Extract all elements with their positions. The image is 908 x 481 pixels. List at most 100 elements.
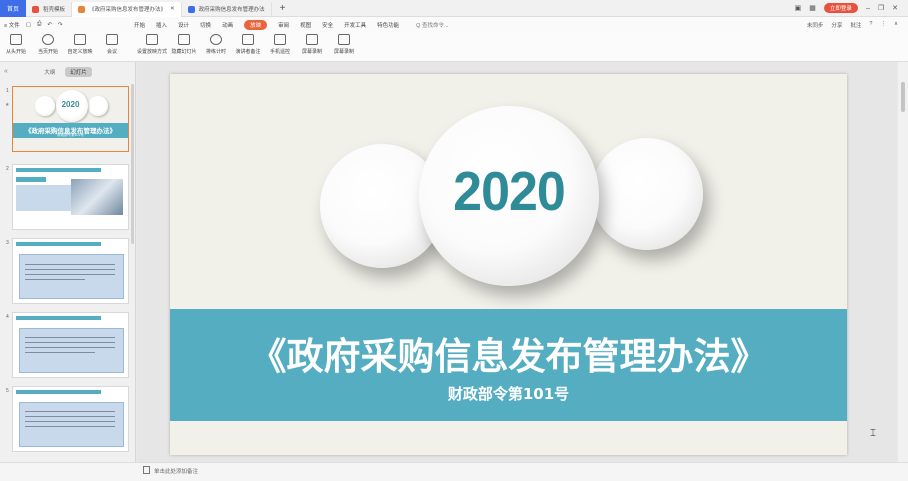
slide-thumbnail-4[interactable] — [12, 312, 129, 378]
notes-bar — [0, 462, 908, 481]
thumb-header-bar — [16, 168, 101, 172]
slide-number: 3 — [6, 240, 9, 246]
docer-icon — [32, 5, 39, 13]
slide-subtitle[interactable]: 财政部令第101号 — [170, 383, 847, 404]
title-tab-bar: 首页 稻壳模板 《政府采购信息发布管理办法》 ✕ 政府采购信息发布管理办法 + … — [0, 0, 908, 17]
menu-security[interactable]: 安全 — [322, 21, 333, 29]
setup-show-icon — [146, 34, 158, 45]
ribbon-label: 设置放映方式 — [136, 49, 167, 55]
current-slide[interactable]: 2020 《政府采购信息发布管理办法》 财政部令第101号 — [170, 74, 847, 455]
slide-title[interactable]: 《政府采购信息发布管理办法》 — [170, 326, 847, 380]
file-menu[interactable]: ≡ 文件 — [4, 21, 20, 29]
tab-other-document[interactable]: 政府采购信息发布管理办法 — [182, 1, 272, 17]
comment-button[interactable]: 批注 — [850, 21, 861, 29]
menu-right-actions: 未同步 分享 批注 ? ⋮ ∧ — [807, 21, 908, 29]
canvas-scrollbar[interactable] — [898, 62, 908, 462]
ribbon-label: 屏幕录制 — [333, 49, 354, 55]
slide-thumbnail-5[interactable] — [12, 386, 129, 452]
ribbon-label: 会议 — [106, 49, 117, 55]
hide-slide-icon — [178, 34, 190, 45]
screen-record-button[interactable]: 屏幕录制 — [296, 34, 328, 55]
mouse-cursor-icon: ⌶ — [870, 428, 876, 439]
panel-scrollbar[interactable] — [131, 84, 134, 244]
thumb-header-bar — [16, 316, 101, 320]
tab-label: 政府采购信息发布管理办法 — [198, 7, 265, 13]
menu-review[interactable]: 审阅 — [278, 21, 289, 29]
scrollbar-thumb[interactable] — [901, 82, 905, 112]
thumb-text-block — [19, 402, 124, 447]
login-button[interactable]: 立即登录 — [823, 3, 858, 13]
thumb-year: 2020 — [61, 100, 80, 109]
setup-show-button[interactable]: 设置放映方式 — [136, 34, 168, 55]
menu-slideshow[interactable]: 放映 — [244, 19, 268, 30]
tab-docer-templates[interactable]: 稻壳模板 — [26, 1, 73, 17]
slide-number: 2 — [6, 166, 9, 172]
thumb-header-bar — [16, 242, 101, 246]
share-button[interactable]: 分享 — [831, 21, 842, 29]
layout-icon[interactable]: ▣ — [795, 4, 802, 12]
menu-items: 开始 插入 设计 切换 动画 放映 审阅 视图 安全 开发工具 特色功能 Q 查… — [134, 19, 449, 30]
menu-home[interactable]: 开始 — [134, 21, 145, 29]
screen-record-button-2[interactable]: 屏幕录制 — [328, 34, 360, 55]
sync-status[interactable]: 未同步 — [807, 21, 824, 29]
slide-number: 4 — [6, 314, 9, 320]
redo-icon[interactable]: ↷ — [58, 22, 63, 28]
ribbon-label: 当页开始 — [37, 49, 58, 55]
play-from-start-button[interactable]: 从头开始 — [0, 34, 32, 55]
new-tab-button[interactable]: + — [272, 3, 294, 14]
panel-tabs: 大纲 幻灯片 — [0, 62, 136, 82]
notes-icon — [242, 34, 254, 45]
notes-placeholder[interactable]: 单击此处添加备注 — [154, 467, 198, 475]
ribbon-label: 屏幕录制 — [301, 49, 322, 55]
slide-thumbnail-3[interactable] — [12, 238, 129, 304]
meeting-button[interactable]: 会议 — [96, 34, 128, 55]
thumb-text-block — [19, 328, 124, 373]
speaker-notes-button[interactable]: 演讲者备注 — [232, 34, 264, 55]
print-icon[interactable]: ⎙ — [37, 21, 41, 28]
rehearse-timing-button[interactable]: 排练计时 — [200, 34, 232, 55]
slideshow-ribbon: 从头开始 当页开始 自定义放映 会议 设置放映方式 隐藏幻灯片 排练计时 演讲者… — [0, 32, 908, 62]
menu-transition[interactable]: 切换 — [200, 21, 211, 29]
tab-current-document[interactable]: 《政府采购信息发布管理办法》 ✕ — [72, 1, 182, 17]
restore-icon[interactable]: ❐ — [878, 4, 884, 12]
ppt-file-icon — [78, 5, 86, 13]
slide-thumbnail-1[interactable]: 2020 《政府采购信息发布管理办法》 财政部令第101号 — [12, 86, 129, 152]
hide-slide-button[interactable]: 隐藏幻灯片 — [168, 34, 200, 55]
play-start-icon — [10, 34, 22, 45]
play-from-current-button[interactable]: 当页开始 — [32, 34, 64, 55]
tab-slides[interactable]: 幻灯片 — [65, 67, 92, 77]
close-window-icon[interactable]: ✕ — [892, 4, 898, 12]
collapse-ribbon-icon[interactable]: ∧ — [894, 21, 898, 29]
meeting-icon — [106, 34, 118, 45]
ribbon-label: 手机遥控 — [269, 49, 290, 55]
more-icon[interactable]: ⋮ — [880, 21, 886, 29]
help-icon[interactable]: ? — [869, 21, 872, 29]
save-icon[interactable]: ▢ — [26, 22, 31, 28]
menu-animation[interactable]: 动画 — [222, 21, 233, 29]
home-tab[interactable]: 首页 — [0, 0, 26, 17]
tab-label: 《政府采购信息发布管理办法》 — [89, 7, 167, 13]
menu-developer[interactable]: 开发工具 — [344, 21, 366, 29]
ribbon-label: 从头开始 — [5, 49, 26, 55]
close-tab-icon[interactable]: ✕ — [170, 6, 175, 12]
grid-icon[interactable]: ▦ — [809, 4, 816, 12]
tab-outline[interactable]: 大纲 — [44, 68, 55, 76]
menu-design[interactable]: 设计 — [178, 21, 189, 29]
menu-view[interactable]: 视图 — [300, 21, 311, 29]
undo-icon[interactable]: ↶ — [47, 22, 52, 28]
command-search[interactable]: Q 查找命令... — [416, 21, 448, 29]
phone-icon — [274, 34, 286, 45]
menu-features[interactable]: 特色功能 — [377, 21, 399, 29]
phone-remote-button[interactable]: 手机遥控 — [264, 34, 296, 55]
ribbon-label: 排练计时 — [205, 49, 226, 55]
minimize-icon[interactable]: – — [866, 5, 870, 12]
menu-insert[interactable]: 插入 — [156, 21, 167, 29]
thumb-subtitle: 财政部令第101号 — [57, 133, 84, 137]
custom-show-icon — [74, 34, 86, 45]
year-text[interactable]: 2020 — [419, 161, 599, 224]
wps-presentation-window: 首页 稻壳模板 《政府采购信息发布管理办法》 ✕ 政府采购信息发布管理办法 + … — [0, 0, 908, 481]
custom-show-button[interactable]: 自定义放映 — [64, 34, 96, 55]
slide-thumbnail-2[interactable] — [12, 164, 129, 230]
menu-bar: ≡ 文件 ▢ ⎙ ↶ ↷ 开始 插入 设计 切换 动画 放映 审阅 视图 安全 … — [0, 17, 908, 32]
ribbon-label: 自定义放映 — [67, 49, 93, 55]
